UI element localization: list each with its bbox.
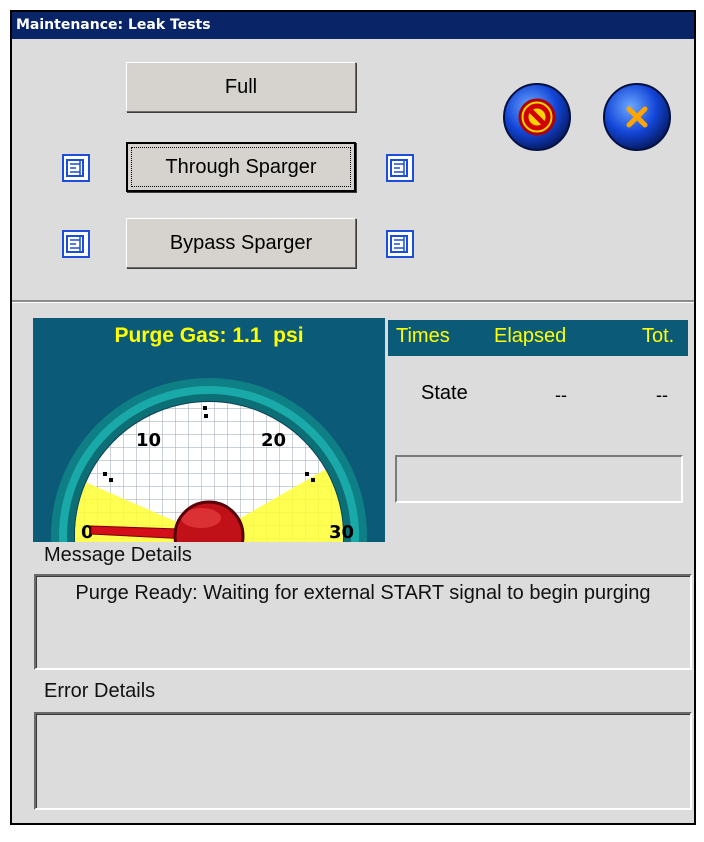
purge-gas-gauge: 0 10 20 30 xyxy=(51,378,367,542)
full-button-label: Full xyxy=(224,76,258,98)
gauge-tick-label-10: 10 xyxy=(136,430,161,451)
gauge-tick-label-30: 30 xyxy=(329,522,354,542)
close-button[interactable] xyxy=(602,82,672,152)
no-entry-icon xyxy=(518,98,556,136)
through-sparger-button-label: Through Sparger xyxy=(165,156,317,178)
times-header-total: Tot. xyxy=(642,325,675,347)
state-elapsed-value: -- xyxy=(555,385,567,405)
through-sparger-right-settings-icon[interactable] xyxy=(386,154,414,182)
through-sparger-left-settings-icon[interactable] xyxy=(62,154,90,182)
state-status-box xyxy=(395,455,683,503)
purge-gas-gauge-panel: Purge Gas: 1.1 psi 0 10 20 30 xyxy=(33,318,385,542)
message-details-label: Message Details xyxy=(44,544,192,566)
error-details-box xyxy=(34,712,692,810)
state-label: State xyxy=(421,382,468,404)
times-header-times: Times xyxy=(396,325,450,347)
section-divider xyxy=(12,300,694,303)
abort-button[interactable] xyxy=(502,82,572,152)
gauge-tick-label-20: 20 xyxy=(261,430,286,451)
error-details-label: Error Details xyxy=(44,680,156,702)
through-sparger-button[interactable]: Through Sparger xyxy=(126,142,356,192)
window-title: Maintenance: Leak Tests xyxy=(12,12,694,39)
bypass-sparger-right-settings-icon[interactable] xyxy=(386,230,414,258)
times-header-row: Times Elapsed Tot. xyxy=(388,320,688,356)
bypass-sparger-button[interactable]: Bypass Sparger xyxy=(126,218,356,268)
full-button[interactable]: Full xyxy=(126,62,356,112)
times-header-elapsed: Elapsed xyxy=(494,325,567,347)
bypass-sparger-left-settings-icon[interactable] xyxy=(62,230,90,258)
state-total-value: -- xyxy=(656,385,668,405)
leak-tests-window: Maintenance: Leak Tests Full Through Spa… xyxy=(10,10,696,825)
bypass-sparger-button-label: Bypass Sparger xyxy=(169,232,313,254)
message-details-box: Purge Ready: Waiting for external START … xyxy=(34,574,692,670)
